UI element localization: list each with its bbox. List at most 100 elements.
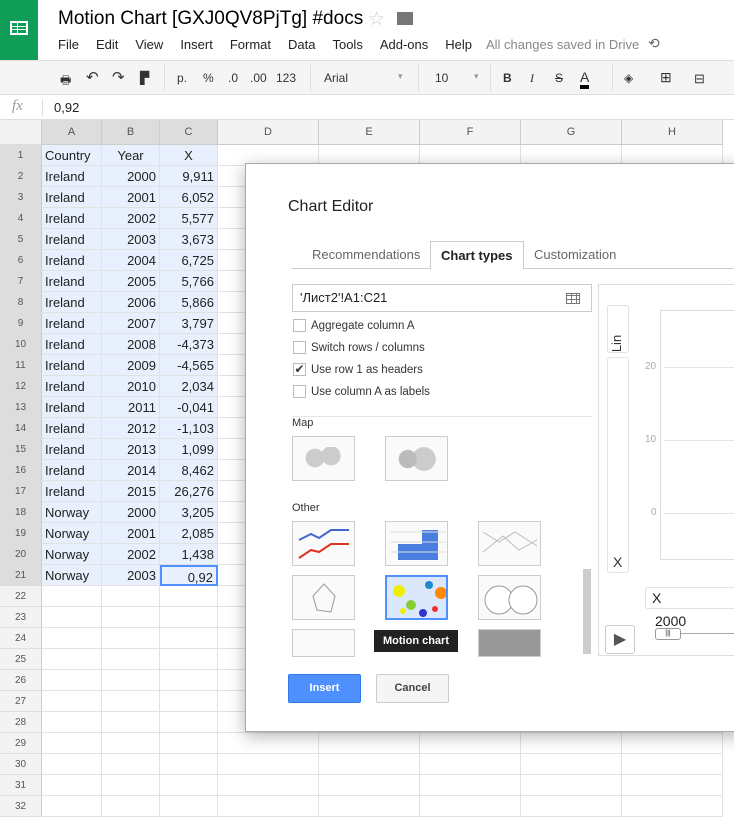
cell[interactable]: 2001 xyxy=(102,187,160,208)
cell[interactable] xyxy=(42,754,102,775)
cell[interactable] xyxy=(521,796,622,817)
cell[interactable]: 3,797 xyxy=(160,313,218,334)
cell[interactable]: 2004 xyxy=(102,250,160,271)
row-header[interactable]: 21 xyxy=(0,565,42,586)
cell[interactable] xyxy=(102,796,160,817)
star-icon[interactable]: ☆ xyxy=(368,8,385,31)
option-checkbox[interactable]: Use column A as labels xyxy=(293,385,430,398)
italic-button[interactable]: I xyxy=(530,71,534,86)
cell[interactable] xyxy=(521,775,622,796)
column-header-g[interactable]: G xyxy=(521,120,622,145)
cell[interactable] xyxy=(42,712,102,733)
cell[interactable]: Country xyxy=(42,145,102,166)
x-axis-select[interactable]: X xyxy=(645,587,734,609)
cell[interactable]: 2006 xyxy=(102,292,160,313)
area-chart-thumb[interactable] xyxy=(478,521,541,566)
cell[interactable] xyxy=(521,733,622,754)
cell[interactable]: Ireland xyxy=(42,334,102,355)
select-all-corner[interactable] xyxy=(0,120,42,145)
cell[interactable]: X xyxy=(160,145,218,166)
grid-select-icon[interactable] xyxy=(566,293,580,304)
percent-button[interactable]: % xyxy=(203,71,214,85)
folder-icon[interactable] xyxy=(397,12,413,25)
cell[interactable] xyxy=(102,607,160,628)
cell[interactable]: 1,099 xyxy=(160,439,218,460)
row-header[interactable]: 3 xyxy=(0,187,42,208)
checkbox[interactable]: ✔ xyxy=(293,363,306,376)
cell[interactable] xyxy=(319,754,420,775)
checkbox[interactable] xyxy=(293,341,306,354)
cell[interactable]: 2,034 xyxy=(160,376,218,397)
cell[interactable]: 2008 xyxy=(102,334,160,355)
cell[interactable]: -4,373 xyxy=(160,334,218,355)
cell[interactable] xyxy=(102,670,160,691)
strikethrough-button[interactable]: S xyxy=(555,71,563,85)
checkbox[interactable] xyxy=(293,385,306,398)
cell[interactable]: -1,103 xyxy=(160,418,218,439)
cell[interactable]: 2007 xyxy=(102,313,160,334)
scrollbar[interactable] xyxy=(583,569,591,654)
cell[interactable] xyxy=(160,733,218,754)
column-header-h[interactable]: H xyxy=(622,120,723,145)
cell[interactable] xyxy=(420,754,521,775)
cell[interactable]: 2001 xyxy=(102,523,160,544)
cell[interactable]: 2,085 xyxy=(160,523,218,544)
cell[interactable] xyxy=(420,733,521,754)
cell[interactable]: 2015 xyxy=(102,481,160,502)
checkbox[interactable] xyxy=(293,319,306,332)
bold-button[interactable]: B xyxy=(503,71,512,85)
menu-tools[interactable]: Tools xyxy=(332,37,362,52)
table-chart-thumb[interactable] xyxy=(385,521,448,566)
formula-input[interactable]: 0,92 xyxy=(54,100,79,115)
cell[interactable] xyxy=(218,775,319,796)
row-header[interactable]: 25 xyxy=(0,649,42,670)
menu-insert[interactable]: Insert xyxy=(180,37,213,52)
cell[interactable] xyxy=(160,691,218,712)
row-header[interactable]: 9 xyxy=(0,313,42,334)
cell[interactable]: 2000 xyxy=(102,502,160,523)
cell[interactable]: Norway xyxy=(42,565,102,586)
cell[interactable] xyxy=(102,691,160,712)
cell[interactable] xyxy=(521,754,622,775)
column-header-f[interactable]: F xyxy=(420,120,521,145)
cell[interactable]: 2000 xyxy=(102,166,160,187)
cell[interactable] xyxy=(160,628,218,649)
row-header[interactable]: 18 xyxy=(0,502,42,523)
cell[interactable]: Ireland xyxy=(42,166,102,187)
row-header[interactable]: 31 xyxy=(0,775,42,796)
row-header[interactable]: 7 xyxy=(0,271,42,292)
cell[interactable] xyxy=(102,586,160,607)
save-status[interactable]: All changes saved in Drive xyxy=(486,37,639,52)
column-header-a[interactable]: A xyxy=(42,120,102,145)
tab-recommendations[interactable]: Recommendations xyxy=(302,241,430,270)
menu-add-ons[interactable]: Add-ons xyxy=(380,37,428,52)
row-header[interactable]: 20 xyxy=(0,544,42,565)
cell[interactable] xyxy=(622,733,723,754)
tab-chart-types[interactable]: Chart types xyxy=(430,241,524,270)
cell[interactable]: 9,911 xyxy=(160,166,218,187)
cell[interactable] xyxy=(42,586,102,607)
cell[interactable]: 6,725 xyxy=(160,250,218,271)
motion-chart-thumb[interactable] xyxy=(385,575,448,620)
cell[interactable]: 2003 xyxy=(102,565,160,586)
cell[interactable] xyxy=(218,733,319,754)
menu-view[interactable]: View xyxy=(135,37,163,52)
cell[interactable] xyxy=(160,670,218,691)
cell[interactable]: 0,92 xyxy=(160,565,218,586)
cell[interactable] xyxy=(42,691,102,712)
cell[interactable] xyxy=(42,733,102,754)
column-header-b[interactable]: B xyxy=(102,120,160,145)
column-header-e[interactable]: E xyxy=(319,120,420,145)
cell[interactable]: Ireland xyxy=(42,376,102,397)
cell[interactable]: 3,205 xyxy=(160,502,218,523)
cell[interactable] xyxy=(319,733,420,754)
menu-file[interactable]: File xyxy=(58,37,79,52)
cell[interactable] xyxy=(102,775,160,796)
currency-button[interactable]: р. xyxy=(177,71,187,85)
cell[interactable] xyxy=(218,796,319,817)
geo-bubble-thumb[interactable] xyxy=(385,436,448,481)
cell[interactable] xyxy=(102,628,160,649)
cell[interactable] xyxy=(622,775,723,796)
cell[interactable]: 2010 xyxy=(102,376,160,397)
row-header[interactable]: 13 xyxy=(0,397,42,418)
